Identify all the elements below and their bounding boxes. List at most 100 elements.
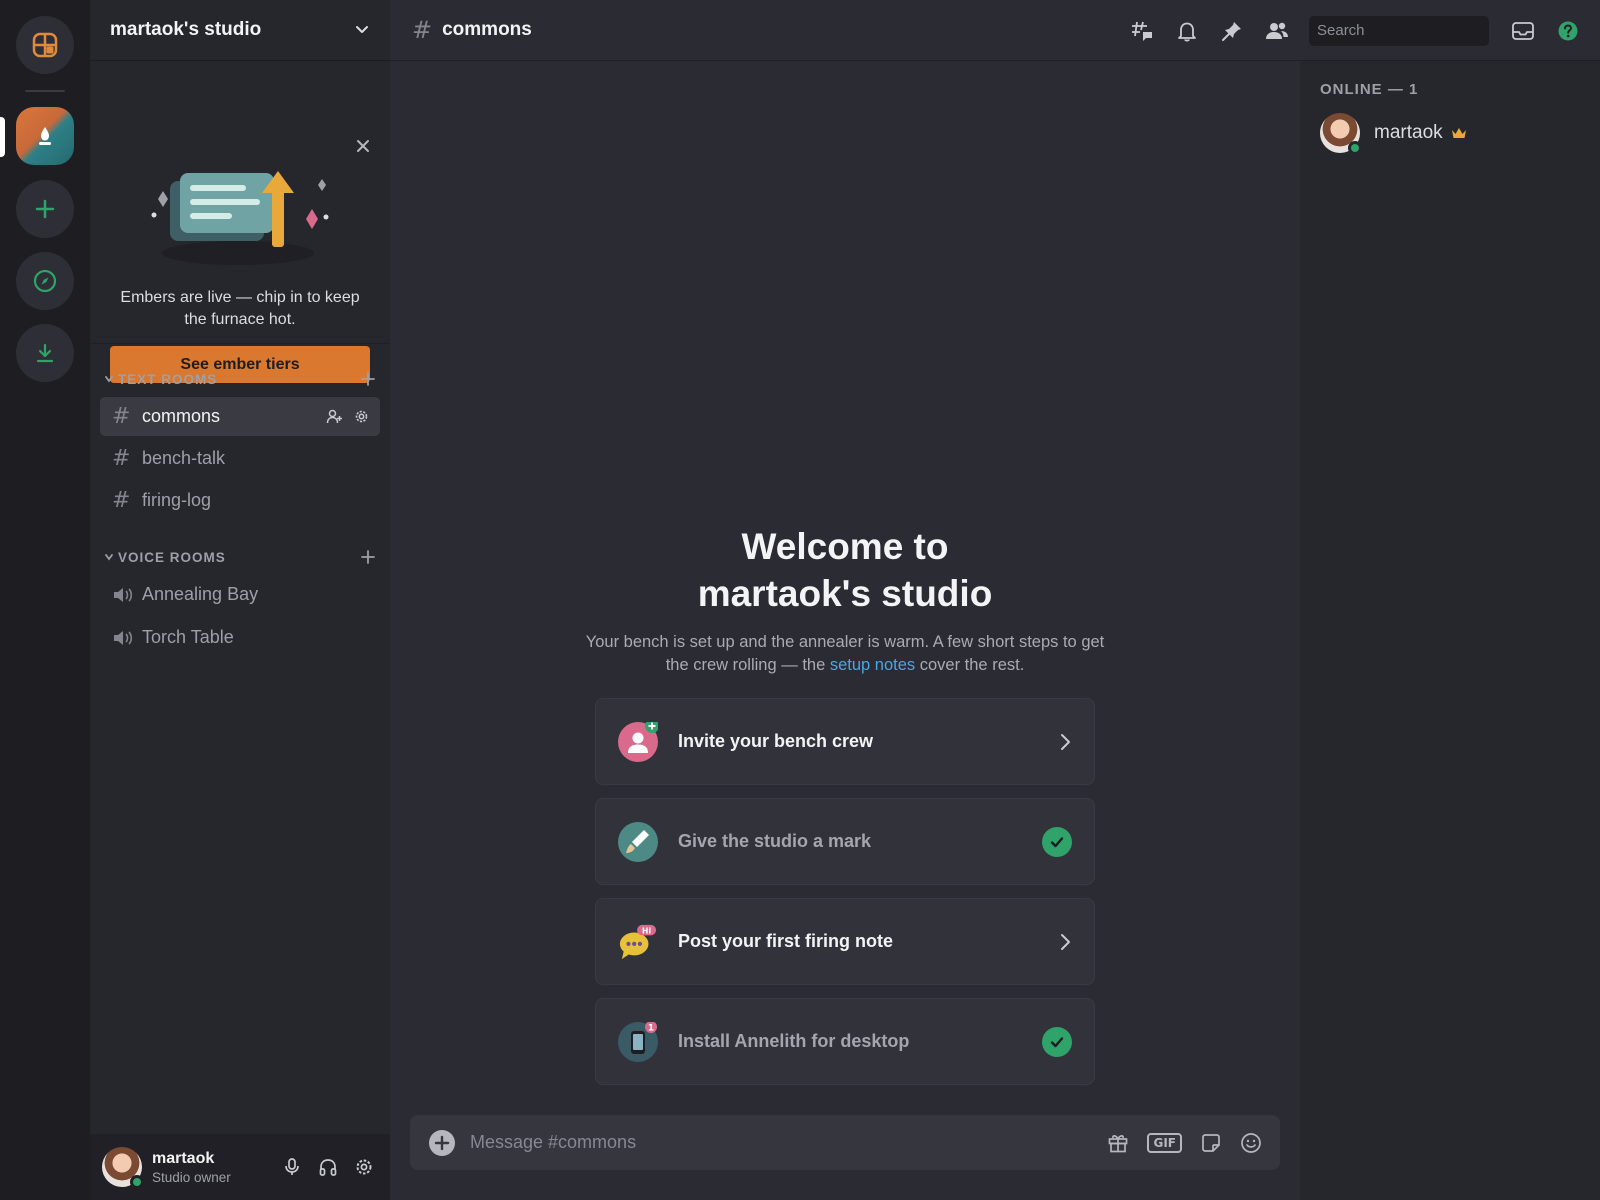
- boost-promo: Embers are live — chip in to keep the fu…: [90, 61, 390, 383]
- check-icon: [1042, 1026, 1072, 1057]
- microphone-icon[interactable]: [282, 1157, 302, 1177]
- bell-icon[interactable]: [1175, 19, 1199, 43]
- chevron-right-icon: [1061, 933, 1070, 950]
- hash-icon: #: [112, 446, 131, 471]
- speaker-icon: [114, 587, 133, 602]
- brush-icon: [618, 821, 658, 862]
- gif-button[interactable]: GIF: [1147, 1132, 1182, 1153]
- add-channel-icon[interactable]: [360, 549, 376, 565]
- phone-icon: 1: [618, 1021, 658, 1062]
- card-label: Invite your bench crew: [678, 731, 874, 751]
- checklist-card-mark[interactable]: Give the studio a mark: [595, 798, 1095, 885]
- channel-sidebar: martaok's studio Embers are live — chip …: [90, 0, 390, 1200]
- gear-icon[interactable]: [353, 408, 370, 425]
- checklist-card-install[interactable]: 1 Install Annelith for desktop: [595, 998, 1095, 1085]
- checklist-card-invite[interactable]: Invite your bench crew: [595, 698, 1095, 785]
- category-text-rooms[interactable]: TEXT ROOMS: [104, 369, 376, 389]
- svg-text:HI: HI: [642, 926, 651, 935]
- close-icon[interactable]: [354, 137, 372, 155]
- server-header[interactable]: martaok's studio: [90, 0, 390, 61]
- message-composer: GIF: [410, 1115, 1280, 1170]
- compass-icon: [33, 269, 57, 293]
- server-name: martaok's studio: [110, 19, 262, 40]
- explore-button[interactable]: [16, 252, 74, 310]
- speaker-icon: [114, 630, 133, 645]
- threads-icon[interactable]: [1130, 19, 1154, 43]
- welcome-title: Welcome to martaok's studio: [697, 526, 993, 614]
- welcome-subtitle: Your bench is set up and the annealer is…: [585, 633, 1105, 674]
- chevron-down-icon: [105, 376, 113, 383]
- hash-icon: #: [112, 404, 131, 429]
- svg-text:1: 1: [648, 1023, 654, 1033]
- user-panel: martaok Studio owner: [90, 1134, 390, 1200]
- channel-header: # commons: [390, 0, 1600, 61]
- crown-icon: [1451, 127, 1466, 138]
- channel-item-commons[interactable]: # commons: [100, 397, 380, 436]
- channel-item-bench-talk[interactable]: # bench-talk: [100, 439, 380, 478]
- attach-plus-icon[interactable]: [428, 1129, 456, 1157]
- channel-item-firing-log[interactable]: # firing-log: [100, 481, 380, 520]
- home-button[interactable]: [16, 16, 74, 74]
- member-item[interactable]: martaok: [1320, 113, 1467, 155]
- channel-name: firing-log: [142, 490, 212, 510]
- studio-home-icon: [32, 32, 58, 58]
- voice-channel-torch-table[interactable]: Torch Table: [100, 618, 380, 657]
- invite-member-icon[interactable]: [326, 408, 343, 425]
- channel-name: Annealing Bay: [142, 584, 259, 604]
- chevron-down-icon: [356, 26, 368, 33]
- download-apps-button[interactable]: [16, 324, 74, 382]
- search-input[interactable]: [1317, 22, 1516, 39]
- welcome-section: Welcome to martaok's studio Your bench i…: [390, 523, 1300, 677]
- avatar: [1320, 113, 1362, 155]
- headphones-icon[interactable]: [318, 1157, 338, 1177]
- channel-name: bench-talk: [142, 448, 226, 468]
- download-icon: [36, 343, 54, 363]
- card-label: Post your first firing note: [678, 931, 894, 951]
- channel-name: Torch Table: [142, 627, 234, 647]
- add-server-button[interactable]: [16, 180, 74, 238]
- inbox-icon[interactable]: [1511, 19, 1535, 43]
- category-label: VOICE ROOMS: [118, 549, 226, 565]
- checklist-card-first-note[interactable]: HI Post your first firing note: [595, 898, 1095, 985]
- server-rail: [0, 0, 90, 1200]
- pin-icon[interactable]: [1220, 19, 1244, 43]
- setup-notes-link[interactable]: setup notes: [830, 656, 915, 674]
- channel-title: commons: [442, 19, 532, 40]
- add-channel-icon[interactable]: [360, 371, 376, 387]
- hash-icon: #: [412, 16, 433, 44]
- category-voice-rooms[interactable]: VOICE ROOMS: [104, 547, 376, 567]
- server-martaok-studio[interactable]: [16, 107, 74, 165]
- gear-icon[interactable]: [354, 1157, 374, 1177]
- check-icon: [1042, 826, 1072, 857]
- channel-name: commons: [142, 406, 221, 426]
- search-box[interactable]: [1309, 15, 1516, 46]
- promo-text: Embers are live — chip in to keep the fu…: [120, 289, 360, 328]
- member-list: ONLINE — 1 martaok: [1300, 61, 1600, 1200]
- invite-icon: [618, 721, 658, 762]
- category-label: TEXT ROOMS: [118, 371, 218, 387]
- online-status-icon: [130, 1175, 144, 1189]
- boost-illustration: [151, 171, 329, 265]
- chevron-down-icon: [105, 554, 113, 561]
- online-status-icon: [1348, 141, 1362, 155]
- flame-drop-icon: [39, 127, 51, 145]
- plus-icon: [35, 199, 55, 219]
- card-label: Give the studio a mark: [678, 831, 872, 851]
- hash-icon: #: [112, 488, 131, 513]
- message-input[interactable]: [470, 1132, 1108, 1153]
- chevron-right-icon: [1061, 733, 1070, 750]
- help-icon[interactable]: [1556, 19, 1580, 43]
- emoji-icon[interactable]: [1240, 1132, 1262, 1154]
- card-label: Install Annelith for desktop: [678, 1031, 910, 1051]
- members-icon[interactable]: [1265, 19, 1289, 43]
- user-subtitle: Studio owner: [152, 1169, 231, 1185]
- rail-divider: [25, 90, 65, 92]
- chat-bubble-icon: HI: [618, 922, 658, 962]
- online-header: ONLINE — 1: [1320, 81, 1419, 98]
- sticker-icon[interactable]: [1200, 1132, 1222, 1154]
- member-name: martaok: [1374, 122, 1443, 143]
- voice-channel-annealing-bay[interactable]: Annealing Bay: [100, 575, 380, 614]
- avatar[interactable]: [102, 1147, 144, 1189]
- gift-icon[interactable]: [1107, 1132, 1129, 1154]
- selected-server-indicator: [0, 117, 5, 157]
